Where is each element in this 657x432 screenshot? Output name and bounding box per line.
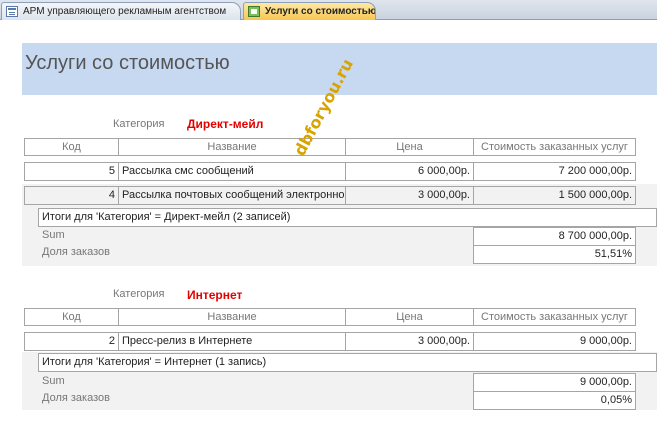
column-header-total: Стоимость заказанных услуг [473,308,636,326]
column-header-name: Название [118,308,346,326]
group-summary-text: Итоги для 'Категория' = Интернет (1 запи… [38,353,657,372]
column-header-price: Цена [345,138,474,156]
report-icon [248,6,260,17]
cell-name: Пресс-релиз в Интернете [118,332,346,351]
form-icon [6,6,18,17]
sum-value: 8 700 000,00р. [473,227,636,246]
group-summary-text: Итоги для 'Категория' = Директ-мейл (2 з… [38,208,657,227]
cell-total: 1 500 000,00р. [473,186,636,205]
share-label: Доля заказов [42,246,110,258]
cell-code: 2 [24,332,119,351]
cell-code: 5 [24,162,119,181]
tab-services-report[interactable]: Услуги со стоимостью [243,2,376,20]
sum-label: Sum [42,229,65,241]
report-title: Услуги со стоимостью [25,52,230,74]
category-label: Категория [113,288,165,300]
document-tab-bar: АРМ управляющего рекламным агентством Ус… [0,0,657,20]
column-header-code: Код [24,138,119,156]
cell-total: 7 200 000,00р. [473,162,636,181]
column-header-total: Стоимость заказанных услуг [473,138,636,156]
tab-label: АРМ управляющего рекламным агентством [23,6,227,17]
category-value: Директ-мейл [187,117,264,131]
cell-price: 6 000,00р. [345,162,474,181]
column-header-price: Цена [345,308,474,326]
cell-name: Рассылка смс сообщений [118,162,346,181]
cell-total: 9 000,00р. [473,332,636,351]
cell-code: 4 [24,186,119,205]
tab-label: Услуги со стоимостью [265,6,376,17]
column-header-code: Код [24,308,119,326]
category-value: Интернет [187,288,243,302]
cell-price: 3 000,00р. [345,186,474,205]
sum-value: 9 000,00р. [473,373,636,392]
tab-arm-form[interactable]: АРМ управляющего рекламным агентством [1,2,241,20]
category-label: Категория [113,118,165,130]
cell-name: Рассылка почтовых сообщений электронно [118,186,346,205]
share-label: Доля заказов [42,392,110,404]
cell-price: 3 000,00р. [345,332,474,351]
sum-label: Sum [42,375,65,387]
share-value: 51,51% [473,245,636,264]
share-value: 0,05% [473,391,636,410]
